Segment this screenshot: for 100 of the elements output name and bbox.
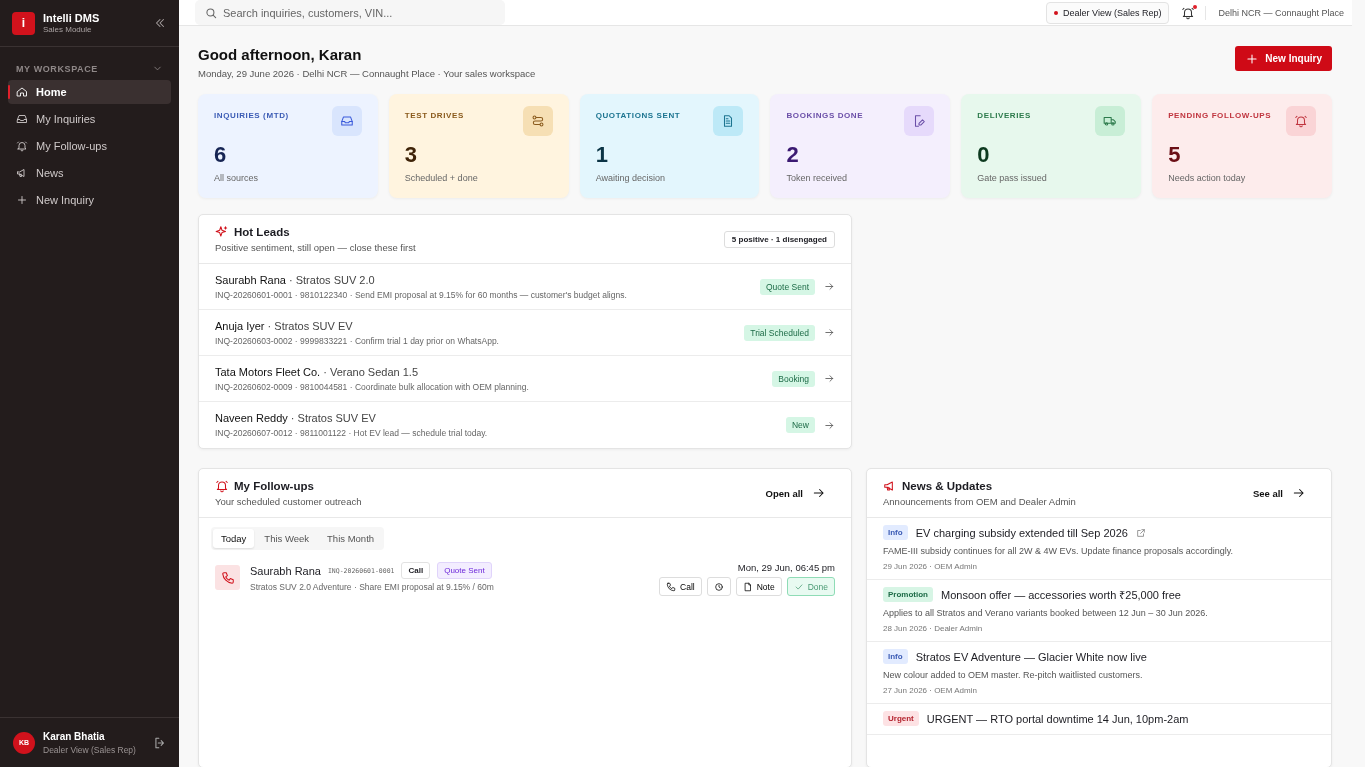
news-item[interactable]: Urgent URGENT — RTO portal downtime 14 Jun, 10pm-2am [867, 704, 1331, 735]
stat-value: 5 [1168, 142, 1182, 168]
card-subtitle: Positive sentiment, still open — close these first [215, 242, 416, 253]
logout-icon [153, 735, 167, 750]
lead-row[interactable]: Tata Motors Fleet Co. · Verano Sedan 1.5 INQ-20260602-0009 · 9810044581 · Coordinate bulk allocation with OEM planning. Booking [199, 356, 851, 402]
edit-document-icon [912, 114, 927, 128]
collapse-icon [153, 16, 167, 30]
lead-title: Anuja Iyer · Stratos SUV EV [215, 319, 354, 332]
phone-icon [220, 570, 235, 585]
arrow-icon [1292, 486, 1306, 500]
inbox-icon [16, 113, 28, 125]
stat-label: INQUIRIES (MTD) [214, 111, 289, 120]
channel-tag: Call [401, 562, 431, 579]
card-title: News & Updates [902, 480, 993, 492]
app-name: Intelli DMS [43, 12, 101, 24]
bell-icon [1294, 114, 1308, 128]
sidebar-item[interactable]: My Inquiries [8, 107, 171, 131]
plus-icon [16, 194, 28, 206]
lead-details: INQ-20260602-0009 · 9810044581 · Coordinate bulk allocation with OEM planning. [215, 381, 530, 392]
news-title: Monsoon offer — accessories worth ₹25,000 free [941, 588, 1181, 602]
tab[interactable]: Today [213, 529, 255, 548]
lead-row[interactable]: Saurabh Rana · Stratos SUV 2.0 INQ-20260601-0001 · 9810122340 · Send EMI proposal at 9.15% for 60 months — customer's budget aligns. Quote Sent [199, 264, 851, 310]
sidebar-item[interactable]: News [8, 161, 171, 185]
customer-name: Saurabh Rana [250, 564, 321, 577]
stage-tag: Quote Sent [437, 562, 492, 579]
follow-up-detail: Stratos SUV 2.0 Adventure · Share EMI proposal at 9.15% / 60m [250, 582, 495, 592]
note-button[interactable]: Note [735, 577, 782, 596]
new-inquiry-button[interactable]: New Inquiry [1235, 46, 1332, 71]
megaphone-icon [16, 167, 28, 179]
stat-value: 3 [404, 142, 419, 168]
news-meta: 27 Jun 2026 · OEM Admin [883, 686, 978, 695]
home-icon [16, 86, 28, 98]
view-badge[interactable]: Dealer View (Sales Rep) [1046, 1, 1170, 24]
bell-icon [16, 140, 28, 152]
news-tag: Promotion [883, 587, 933, 602]
news-tag: Info [883, 525, 908, 540]
call-button[interactable]: Call [659, 577, 702, 596]
lead-row[interactable]: Naveen Reddy · Stratos SUV EV INQ-20260607-0012 · 9811001122 · Hot EV lead — schedule trial today. New [199, 402, 851, 448]
app-subtitle: Sales Module [43, 25, 93, 34]
news-body: FAME-III subsidy continues for all 2W & 4W EVs. Update finance proposals accordingly. [883, 546, 1234, 556]
phone-icon [666, 581, 677, 592]
see-all-link[interactable]: See all [1252, 486, 1306, 500]
card-title: Hot Leads [234, 226, 290, 238]
bell-icon [1181, 5, 1196, 20]
location-label: Delhi NCR — Connaught Place [1218, 7, 1344, 18]
stat-note: Token received [786, 173, 849, 183]
greeting-subtitle: Monday, 29 June 2026 · Delhi NCR — Connaught Place · Your sales workspace [198, 68, 536, 79]
section-title: MY WORKSPACE [16, 63, 98, 74]
stat-label: TEST DRIVES [404, 111, 464, 120]
check-icon [793, 581, 804, 592]
sidebar-item[interactable]: My Follow-ups [8, 134, 171, 158]
status-tag: Quote Sent [760, 278, 815, 295]
sidebar-item[interactable]: Home [8, 80, 171, 104]
status-tag: New [786, 417, 815, 433]
lead-details: INQ-20260603-0002 · 9999833221 · Confirm trial 1 day prior on WhatsApp. [215, 335, 500, 346]
arrow-icon [824, 419, 835, 431]
sidebar-item[interactable]: New Inquiry [8, 188, 171, 212]
logout-button[interactable] [153, 735, 167, 750]
stat-note: All sources [214, 173, 259, 183]
lead-title: Tata Motors Fleet Co. · Verano Sedan 1.5 [215, 365, 419, 378]
news-title: Stratos EV Adventure — Glacier White now live [915, 650, 1147, 663]
stat-label: BOOKINGS DONE [786, 111, 864, 120]
stat-note: Awaiting decision [595, 173, 667, 183]
open-all-link[interactable]: Open all [765, 486, 826, 500]
lead-title: Saurabh Rana · Stratos SUV 2.0 [215, 273, 376, 286]
greeting-title: Good afternoon, Karan [198, 46, 363, 63]
news-item[interactable]: Info Stratos EV Adventure — Glacier White now live New colour added to OEM master. Re-pitch waitlisted customers. 27 Jun 2026 · OEM Admin [867, 642, 1331, 704]
news-body: Applies to all Stratos and Verano variants booked between 12 Jun – 30 Jun 2026. [883, 608, 1209, 618]
collapse-button[interactable] [153, 16, 167, 30]
truck-icon [1103, 114, 1118, 128]
user-role: Dealer View (Sales Rep) [43, 744, 137, 755]
snooze-button[interactable] [706, 577, 731, 596]
due-time: Mon, 29 Jun, 06:45 pm [737, 562, 835, 573]
news-title: EV charging subsidy extended till Sep 2026 [915, 526, 1128, 539]
stat-label: PENDING FOLLOW-UPS [1168, 111, 1272, 120]
news-item[interactable]: Info EV charging subsidy extended till Sep 2026 FAME-III subsidy continues for all 2W & 4W EVs. Update finance proposals accordingly. 29 Jun 2026 · OEM Admin [867, 518, 1331, 580]
card-subtitle: Announcements from OEM and Dealer Admin [883, 496, 1076, 507]
search-field[interactable]: Search inquiries, customers, VIN... [195, 0, 505, 25]
notification-button[interactable] [1181, 5, 1207, 20]
note-icon [742, 581, 753, 592]
count-badge: 5 positive · 1 disengaged [723, 230, 835, 248]
news-tag: Urgent [883, 711, 919, 726]
status-tag: Booking [772, 370, 815, 387]
news-meta: 28 Jun 2026 · Dealer Admin [883, 624, 984, 633]
tab[interactable]: This Week [256, 529, 318, 548]
arrow-icon [824, 327, 835, 338]
stat-value: 6 [214, 142, 228, 168]
route-icon [530, 114, 545, 128]
tab[interactable]: This Month [319, 529, 383, 548]
status-tag: Trial Scheduled [744, 324, 815, 341]
news-tag: Info [883, 649, 908, 664]
card-title: My Follow-ups [234, 480, 314, 492]
news-title: URGENT — RTO portal downtime 14 Jun, 10pm-2am [926, 712, 1189, 725]
lead-details: INQ-20260601-0001 · 9810122340 · Send EMI proposal at 9.15% for 60 months — customer's budget aligns. [215, 289, 628, 300]
logo: i [12, 11, 35, 35]
lead-row[interactable]: Anuja Iyer · Stratos SUV EV INQ-20260603-0002 · 9999833221 · Confirm trial 1 day prior on WhatsApp. Trial Scheduled [199, 310, 851, 356]
news-item[interactable]: Promotion Monsoon offer — accessories worth ₹25,000 free Applies to all Stratos and Verano variants booked between 12 Jun – 30 Jun 2026. 28 Jun 2026 · Dealer Admin [867, 580, 1331, 642]
stat-note: Needs action today [1168, 173, 1247, 183]
sparkle-icon [215, 225, 229, 239]
arrow-icon [812, 486, 826, 500]
